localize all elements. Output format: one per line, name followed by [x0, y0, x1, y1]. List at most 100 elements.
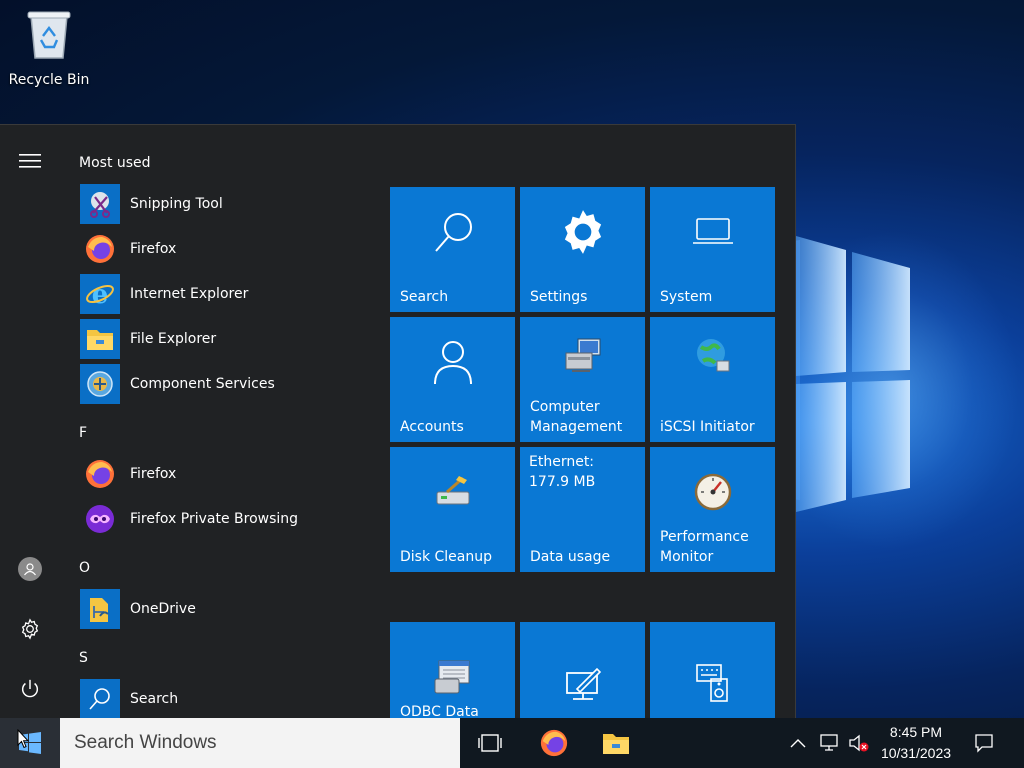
taskbar-search-box[interactable] — [60, 718, 460, 768]
firefox-private-icon — [80, 499, 120, 539]
letter-header-s[interactable]: S — [79, 650, 88, 666]
app-label: File Explorer — [130, 331, 217, 347]
tile-label: Search — [400, 289, 449, 305]
tile-label: System — [660, 289, 713, 305]
app-item-search[interactable]: Search — [80, 678, 380, 718]
gauge-icon — [650, 447, 775, 527]
app-item-onedrive[interactable]: OneDrive — [80, 588, 380, 630]
internet-explorer-icon: e — [80, 274, 120, 314]
start-rail — [0, 125, 60, 718]
tile-label: iSCSI Initiator — [660, 419, 755, 435]
taskbar-firefox-button[interactable] — [530, 718, 578, 768]
firefox-icon — [540, 729, 568, 757]
letter-header-o[interactable]: O — [79, 560, 90, 576]
tile-search[interactable]: Search — [390, 187, 515, 312]
app-label: Internet Explorer — [130, 286, 249, 302]
keyboard-speaker-icon — [650, 658, 775, 708]
start-menu: Most used Snipping Tool Firefox e Intern… — [0, 124, 796, 718]
tile-label: Performance Monitor — [660, 529, 749, 565]
network-button[interactable] — [814, 718, 844, 768]
tile-keyboard-speaker[interactable] — [650, 622, 775, 718]
app-item-component-services[interactable]: Component Services — [80, 363, 380, 405]
snipping-tool-icon — [80, 184, 120, 224]
action-center-button[interactable] — [966, 718, 1002, 768]
tile-odbc-data[interactable]: ODBC Data — [390, 622, 515, 718]
recycle-bin-label: Recycle Bin — [8, 72, 90, 88]
tile-label: Disk Cleanup — [400, 549, 493, 565]
app-label: Firefox — [130, 466, 177, 482]
recycle-bin[interactable]: Recycle Bin — [6, 6, 92, 92]
firefox-icon — [80, 229, 120, 269]
app-list: Most used Snipping Tool Firefox e Intern… — [60, 125, 380, 718]
app-label: Search — [130, 691, 179, 707]
file-explorer-icon — [603, 734, 629, 754]
network-icon — [820, 734, 838, 751]
tile-label: Accounts — [400, 419, 464, 435]
disk-cleanup-icon — [390, 447, 515, 537]
svg-text:e: e — [92, 280, 109, 309]
expand-menu-button[interactable] — [0, 137, 60, 185]
clock-date: 10/31/2023 — [880, 745, 952, 761]
app-item-firefox-2[interactable]: Firefox — [80, 453, 380, 495]
file-explorer-icon — [80, 319, 120, 359]
most-used-header: Most used — [79, 155, 151, 171]
start-button[interactable] — [0, 718, 60, 768]
volume-muted-icon — [849, 734, 869, 752]
tile-label: Computer Management — [530, 399, 623, 435]
onedrive-icon — [80, 589, 120, 629]
tile-settings[interactable]: Settings — [520, 187, 645, 312]
hamburger-icon — [19, 154, 41, 168]
task-view-button[interactable] — [466, 718, 514, 768]
power-button[interactable] — [0, 665, 60, 713]
app-label: Component Services — [130, 376, 275, 392]
user-icon — [18, 557, 42, 581]
user-account-button[interactable] — [0, 545, 60, 593]
gear-icon — [21, 618, 39, 640]
power-icon — [21, 679, 39, 698]
tile-label: ODBC Data — [400, 704, 479, 718]
computer-management-icon — [520, 317, 645, 393]
app-label: Snipping Tool — [130, 196, 223, 212]
settings-button[interactable] — [0, 605, 60, 653]
user-icon — [390, 317, 515, 407]
firefox-icon — [80, 454, 120, 494]
chevron-up-icon — [790, 739, 806, 748]
odbc-icon — [390, 652, 515, 702]
tile-performance-monitor[interactable]: Performance Monitor — [650, 447, 775, 572]
letter-header-f[interactable]: F — [79, 425, 87, 441]
app-item-internet-explorer[interactable]: e Internet Explorer — [80, 273, 380, 315]
search-icon — [390, 187, 515, 277]
app-item-firefox-private[interactable]: Firefox Private Browsing — [80, 498, 380, 540]
app-item-firefox[interactable]: Firefox — [80, 228, 380, 270]
app-label: Firefox Private Browsing — [130, 511, 299, 527]
tile-computer-management[interactable]: Computer Management — [520, 317, 645, 442]
app-item-snipping-tool[interactable]: Snipping Tool — [80, 183, 380, 225]
app-label: Firefox — [130, 241, 177, 257]
tile-system[interactable]: System — [650, 187, 775, 312]
show-hidden-icons-button[interactable] — [786, 718, 810, 768]
tile-label: Settings — [530, 289, 588, 305]
app-item-file-explorer[interactable]: File Explorer — [80, 318, 380, 360]
search-input[interactable] — [74, 732, 444, 754]
taskbar: 8:45 PM 10/31/2023 — [0, 718, 1024, 768]
clock-time: 8:45 PM — [889, 724, 943, 740]
tile-iscsi-initiator[interactable]: iSCSI Initiator — [650, 317, 775, 442]
data-usage-value: Ethernet: 177.9 MB — [529, 454, 596, 490]
clock[interactable]: 8:45 PM 10/31/2023 — [872, 722, 960, 764]
action-center-icon — [975, 734, 993, 753]
tile-label: Data usage — [530, 549, 611, 565]
search-icon — [80, 679, 120, 718]
tile-accounts[interactable]: Accounts — [390, 317, 515, 442]
taskbar-file-explorer-button[interactable] — [592, 718, 640, 768]
app-label: OneDrive — [130, 601, 196, 617]
tile-data-usage[interactable]: Ethernet: 177.9 MB Data usage — [520, 447, 645, 572]
mouse-cursor-icon — [17, 729, 29, 749]
tile-pen-screen[interactable] — [520, 622, 645, 718]
task-view-icon — [478, 734, 502, 752]
laptop-icon — [650, 187, 775, 277]
volume-button[interactable] — [846, 718, 872, 768]
recycle-bin-icon — [27, 11, 71, 59]
tile-disk-cleanup[interactable]: Disk Cleanup — [390, 447, 515, 572]
globe-network-icon — [650, 317, 775, 393]
pen-screen-icon — [520, 658, 645, 708]
